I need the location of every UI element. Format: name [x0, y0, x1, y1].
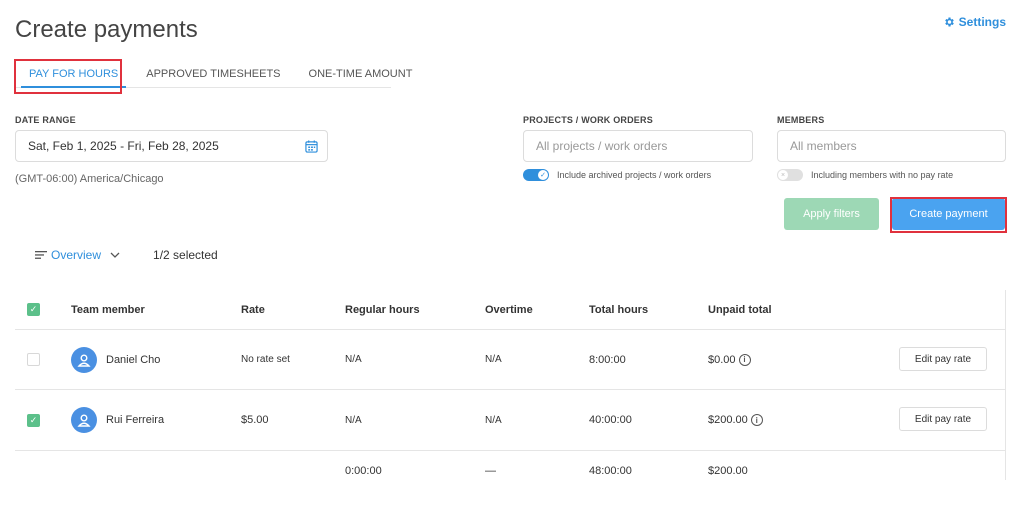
projects-select[interactable]: All projects / work orders: [523, 130, 753, 162]
tab-approved-timesheets[interactable]: APPROVED TIMESHEETS: [132, 60, 294, 87]
total-hours-value: 8:00:00: [589, 353, 626, 366]
members-placeholder: All members: [790, 139, 857, 153]
members-select[interactable]: All members: [777, 130, 1006, 162]
total-unpaid-sum: $200.00: [708, 465, 748, 477]
tab-one-time-amount[interactable]: ONE-TIME AMOUNT: [295, 60, 427, 87]
no-pay-rate-toggle[interactable]: ×: [777, 169, 803, 181]
select-all-checkbox[interactable]: ✓: [27, 303, 40, 316]
overview-label: Overview: [51, 248, 102, 262]
col-unpaid-total: Unpaid total: [708, 303, 772, 316]
unpaid-total-value: $200.00: [708, 414, 748, 426]
avatar: [71, 407, 97, 433]
user-icon: [77, 354, 91, 367]
member-name: Rui Ferreira: [106, 414, 165, 426]
view-row: Overview 1/2 selected: [35, 248, 218, 262]
no-pay-rate-label: Including members with no pay rate: [811, 170, 954, 180]
table-row: ✓ Rui Ferreira $5.00 N/A N/A 40:00:00 $2…: [15, 390, 1006, 451]
list-icon: [35, 251, 47, 259]
user-icon: [77, 414, 91, 427]
edit-pay-rate-button[interactable]: Edit pay rate: [899, 407, 987, 431]
total-overtime: —: [485, 465, 496, 477]
date-range-label: DATE RANGE: [15, 115, 76, 125]
col-team-member: Team member: [71, 303, 145, 316]
include-archived-row: ✓ Include archived projects / work order…: [523, 169, 711, 181]
create-payment-highlight-box: [890, 197, 1007, 233]
member-name: Daniel Cho: [106, 353, 161, 366]
row-checkbox[interactable]: [27, 353, 40, 366]
info-icon[interactable]: i: [738, 353, 751, 366]
row-checkbox[interactable]: ✓: [27, 413, 40, 427]
regular-hours-value: N/A: [345, 414, 362, 426]
col-total-hours: Total hours: [589, 303, 649, 316]
page-title: Create payments: [15, 16, 198, 43]
edit-pay-rate-button[interactable]: Edit pay rate: [899, 347, 987, 371]
selected-count: 1/2 selected: [153, 248, 218, 262]
rate-value: No rate set: [241, 354, 290, 365]
apply-filters-button[interactable]: Apply filters: [784, 198, 879, 230]
gear-icon: [944, 17, 954, 27]
table-totals-row: 0:00:00 — 48:00:00 $200.00: [15, 451, 1006, 491]
col-rate: Rate: [241, 303, 265, 316]
tab-highlight-box: [14, 59, 122, 94]
col-regular-hours: Regular hours: [345, 303, 420, 316]
regular-hours-value: N/A: [345, 354, 362, 365]
info-icon[interactable]: i: [750, 414, 763, 426]
x-icon: ×: [778, 170, 788, 180]
no-pay-rate-row: × Including members with no pay rate: [777, 169, 953, 181]
overtime-value: N/A: [485, 414, 502, 426]
total-hours-value: 40:00:00: [589, 414, 632, 426]
unpaid-total-value: $0.00: [708, 353, 736, 366]
projects-label: PROJECTS / WORK ORDERS: [523, 115, 653, 125]
overview-dropdown[interactable]: Overview: [35, 248, 121, 262]
date-range-value: Sat, Feb 1, 2025 - Fri, Feb 28, 2025: [28, 139, 219, 153]
avatar: [71, 346, 97, 373]
members-label: MEMBERS: [777, 115, 825, 125]
date-range-field[interactable]: Sat, Feb 1, 2025 - Fri, Feb 28, 2025: [15, 130, 328, 162]
settings-link[interactable]: Settings: [943, 15, 1006, 29]
timezone-label: (GMT-06:00) America/Chicago: [15, 173, 164, 185]
total-hours-sum: 48:00:00: [589, 465, 632, 477]
table-row: Daniel Cho No rate set N/A N/A 8:00:00 $…: [15, 330, 1006, 390]
settings-label: Settings: [958, 15, 1006, 29]
overtime-value: N/A: [485, 354, 502, 365]
chevron-down-icon: [110, 252, 120, 258]
check-icon: ✓: [538, 170, 548, 180]
include-archived-toggle[interactable]: ✓: [523, 169, 549, 181]
table-header: ✓ Team member Rate Regular hours Overtim…: [15, 290, 1006, 330]
projects-placeholder: All projects / work orders: [536, 139, 668, 153]
include-archived-label: Include archived projects / work orders: [557, 170, 712, 180]
total-regular-hours: 0:00:00: [345, 465, 382, 477]
calendar-icon[interactable]: [305, 140, 318, 153]
rate-value: $5.00: [241, 414, 269, 426]
col-overtime: Overtime: [485, 303, 533, 316]
